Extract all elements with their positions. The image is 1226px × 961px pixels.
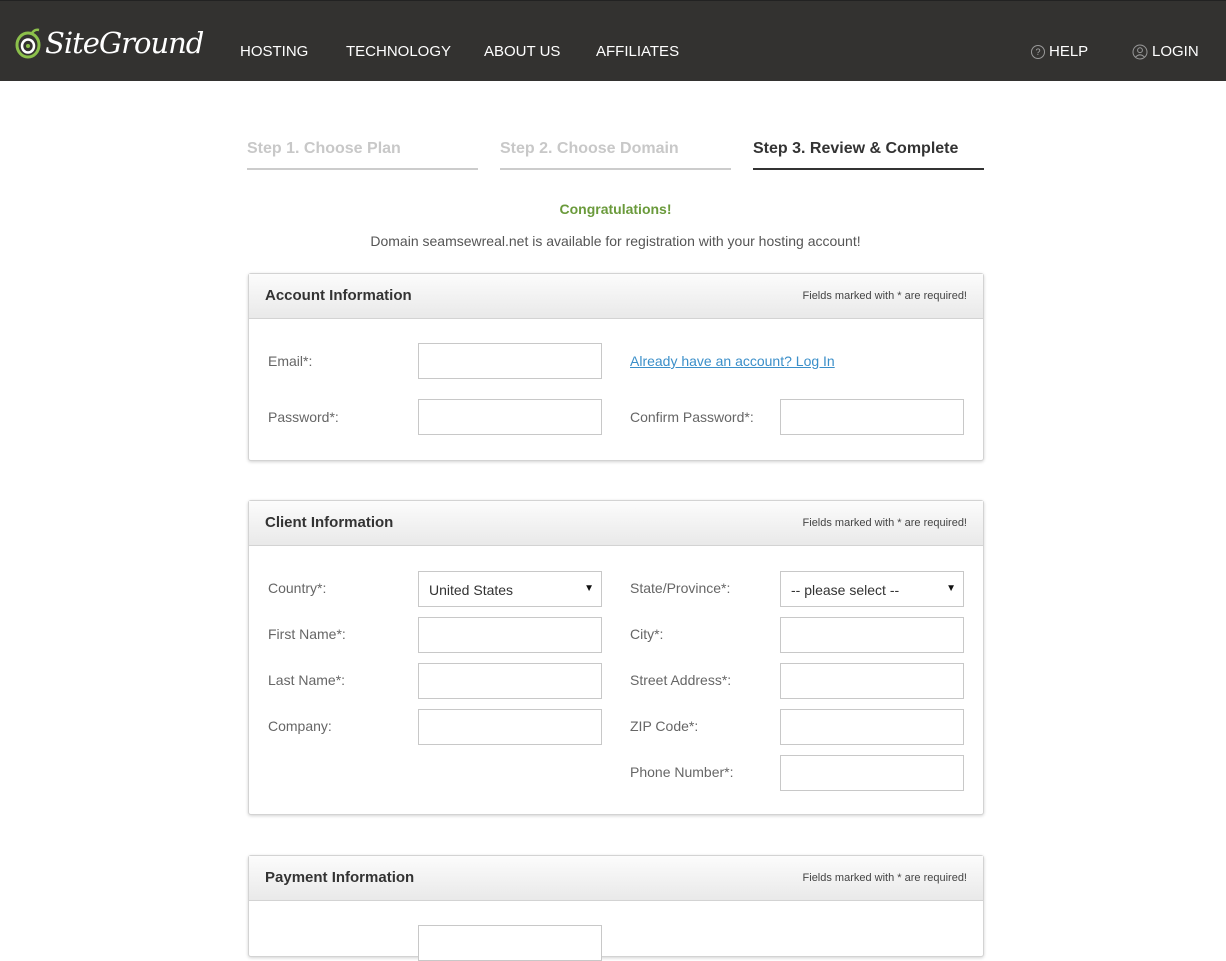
panel-title: Payment Information xyxy=(265,869,415,886)
phone-number-field[interactable] xyxy=(780,755,964,791)
nav-hosting[interactable]: HOSTING xyxy=(240,43,308,60)
dropdown-arrow-icon: ▼ xyxy=(946,583,956,594)
country-label: Country*: xyxy=(268,580,327,596)
siteground-logo[interactable]: SiteGround xyxy=(15,25,204,61)
street-address-field[interactable] xyxy=(780,663,964,699)
checkout-steps: Step 1. Choose Plan Step 2. Choose Domai… xyxy=(247,140,984,170)
first-name-field[interactable] xyxy=(418,617,602,653)
company-label: Company: xyxy=(268,718,332,734)
company-field[interactable] xyxy=(418,709,602,745)
last-name-field[interactable] xyxy=(418,663,602,699)
question-circle-icon: ? xyxy=(1031,44,1045,59)
city-field[interactable] xyxy=(780,617,964,653)
dropdown-arrow-icon: ▼ xyxy=(584,583,594,594)
panel-header: Payment Information Fields marked with *… xyxy=(249,856,983,901)
city-label: City*: xyxy=(630,626,664,642)
top-navigation-bar: SiteGround HOSTING TECHNOLOGY ABOUT US A… xyxy=(0,0,1226,81)
payment-field[interactable] xyxy=(418,925,602,961)
required-note: Fields marked with * are required! xyxy=(802,290,967,302)
congrats-message: Congratulations! xyxy=(559,201,672,217)
country-select[interactable]: United States ▼ xyxy=(418,571,602,607)
country-value: United States xyxy=(429,582,514,598)
help-link[interactable]: ? HELP xyxy=(1031,43,1088,60)
confirm-password-field[interactable] xyxy=(780,399,964,435)
first-name-label: First Name*: xyxy=(268,626,346,642)
password-label: Password*: xyxy=(268,409,339,425)
email-field[interactable] xyxy=(418,343,602,379)
email-label: Email*: xyxy=(268,353,313,369)
state-value: -- please select -- xyxy=(791,582,900,598)
phone-number-label: Phone Number*: xyxy=(630,764,734,780)
panel-header: Account Information Fields marked with *… xyxy=(249,274,983,319)
state-label: State/Province*: xyxy=(630,580,731,596)
nav-about-us[interactable]: ABOUT US xyxy=(484,43,560,60)
panel-title: Account Information xyxy=(265,287,412,304)
step-choose-domain[interactable]: Step 2. Choose Domain xyxy=(500,140,731,170)
confirm-password-label: Confirm Password*: xyxy=(630,409,754,425)
help-label: HELP xyxy=(1049,43,1089,60)
street-address-label: Street Address*: xyxy=(630,672,732,688)
step-review-complete: Step 3. Review & Complete xyxy=(753,140,984,170)
password-field[interactable] xyxy=(418,399,602,435)
step-choose-plan[interactable]: Step 1. Choose Plan xyxy=(247,140,478,170)
last-name-label: Last Name*: xyxy=(268,672,346,688)
login-label: LOGIN xyxy=(1152,43,1199,60)
login-account-link[interactable]: Already have an account? Log In xyxy=(630,353,835,369)
user-circle-icon xyxy=(1132,44,1148,59)
nav-affiliates[interactable]: AFFILIATES xyxy=(596,43,679,60)
account-information-panel: Account Information Fields marked with *… xyxy=(248,273,984,461)
logo-text: SiteGround xyxy=(45,26,204,60)
zip-code-label: ZIP Code*: xyxy=(630,718,699,734)
login-link[interactable]: LOGIN xyxy=(1132,43,1199,60)
panel-title: Client Information xyxy=(265,514,394,531)
zip-code-field[interactable] xyxy=(780,709,964,745)
client-information-panel: Client Information Fields marked with * … xyxy=(248,500,984,815)
state-select[interactable]: -- please select -- ▼ xyxy=(780,571,964,607)
nav-technology[interactable]: TECHNOLOGY xyxy=(346,43,451,60)
logo-swirl-icon xyxy=(15,28,41,59)
panel-header: Client Information Fields marked with * … xyxy=(249,501,983,546)
domain-availability-message: Domain seamsewreal.net is available for … xyxy=(370,233,861,249)
required-note: Fields marked with * are required! xyxy=(802,517,967,529)
required-note: Fields marked with * are required! xyxy=(802,872,967,884)
payment-information-panel: Payment Information Fields marked with *… xyxy=(248,855,984,961)
